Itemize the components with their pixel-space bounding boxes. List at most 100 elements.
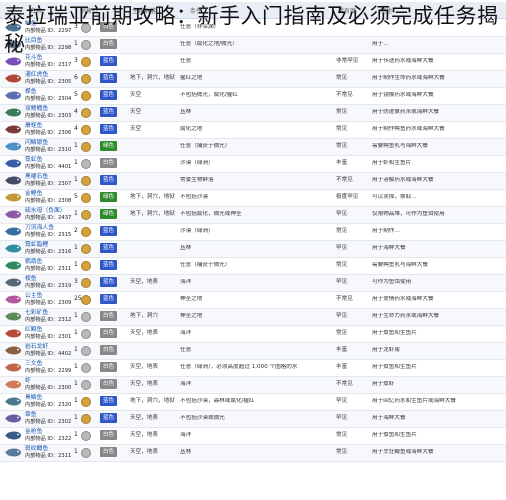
coin-icon	[81, 210, 91, 220]
coin-icon	[81, 142, 91, 152]
item-id: 内部物品 ID：2311	[25, 453, 72, 459]
fish-name[interactable]: 斑纹鳟鱼	[25, 446, 48, 453]
usage: 用于传送药水或海鲜大餐	[372, 58, 434, 64]
rarity: 不常见	[336, 381, 353, 387]
fish-name[interactable]: 章鱼	[25, 412, 37, 419]
fish-icon	[5, 193, 21, 202]
table-row[interactable]: 公主鱼 内部物品 ID：2309 25 蓝色 神圣之地 不常见 用于爱情药水或海鲜大餐	[0, 292, 506, 309]
table-row[interactable]: 七彩矿鱼 内部物品 ID：2312 1 白色 地下，洞穴 神圣之地 罕见 用于生命力药水或海鲜…	[0, 309, 506, 326]
fish-icon	[5, 159, 21, 168]
catch-condition: 猩红之地	[180, 75, 203, 81]
fish-name[interactable]: 双鳍鳕鱼	[25, 106, 48, 113]
catch-condition: 海洋	[180, 381, 192, 387]
item-id: 内部物品 ID：2299	[25, 368, 72, 374]
rarity: 常见	[336, 126, 348, 132]
fish-name[interactable]: 蝶鱼	[25, 89, 37, 96]
table-row[interactable]: 硫水母（负面） 内部物品 ID：2437 1 绿色 地下，洞穴，地狱 不包括腐化，微光或神…	[0, 207, 506, 224]
fish-name[interactable]: 闪鳞银鱼	[25, 140, 48, 147]
catch-condition: 海洋	[180, 279, 192, 285]
rarity-tier-badge: 白色	[100, 345, 117, 355]
table-row[interactable]: 臭鳞鱼 内部物品 ID：2320 1 蓝色 地下，洞穴，地狱 不包括沙漠，森林或腐化/猩红…	[0, 394, 506, 411]
table-row[interactable]: 三文鱼 内部物品 ID：2299 1 白色 天空，地表 任意（绿洲），必须高度超过 1,0…	[0, 360, 506, 377]
fish-name[interactable]: 霓虹脂鲤	[25, 242, 48, 249]
biome: 天空，地表	[130, 415, 158, 421]
rarity-tier-badge: 绿色	[100, 192, 117, 202]
usage: 用于海鲜大餐	[372, 415, 406, 421]
coin-icon	[81, 380, 91, 390]
table-row[interactable]: 屠蛭鱼 内部物品 ID：2306 4 蓝色 天空 腐化之地 常见 用于制作鳄鱼药水或海鲜大餐	[0, 122, 506, 139]
catch-condition: 不包括沙漠或微光	[180, 415, 225, 421]
table-row[interactable]: 闪鳞银鱼 内部物品 ID：2310 1 绿色 任意（捕获于微光） 常见 需要鳄鱼乳与海鲜大餐	[0, 139, 506, 156]
usage: 用于制作生命药水或海鲜大餐	[372, 75, 445, 81]
usage: 用于烹饪鳟鱼或海鲜大餐	[372, 449, 434, 455]
table-row[interactable]: 金鲤鱼 内部物品 ID：2308 5 绿色 地下，洞穴，地狱 不包括沙漠 极度罕见 可以卖掉，…	[0, 190, 506, 207]
sell-value: 1	[74, 448, 78, 455]
rarity: 常见	[336, 143, 348, 149]
table-row[interactable]: 斑纹鳟鱼 内部物品 ID：2311 1 白色 天空，地表 丛林 常见 用于烹饪鳟鱼或海鲜大餐	[0, 445, 506, 462]
table-row[interactable]: 霓虹脂鲤 内部物品 ID：2316 1 蓝色 丛林 罕见 用于海鲜大餐	[0, 241, 506, 258]
table-row[interactable]: 蝶鱼 内部物品 ID：2304 5 蓝色 天空 不包括微光，腐化/猩红 不常见 用于镜像药水或…	[0, 88, 506, 105]
sell-value: 1	[74, 431, 78, 438]
rarity-tier-badge: 蓝色	[100, 175, 117, 185]
rarity: 罕见	[336, 245, 348, 251]
usage: 用于虾和生鱼片	[372, 160, 412, 166]
sell-value: 4	[74, 125, 78, 132]
fish-name[interactable]: 屠蛭鱼	[25, 123, 42, 130]
fish-icon	[5, 261, 21, 270]
biome: 天空，地表	[130, 449, 158, 455]
biome: 天空，地表	[130, 432, 158, 438]
table-row[interactable]: 岩石龙虾 内部物品 ID：4402 1 白色 任意 丰富 用于龙虾尾	[0, 343, 506, 360]
sell-value: 3	[74, 57, 78, 64]
fish-name[interactable]: 灌红虎鱼	[25, 72, 48, 79]
fish-name[interactable]: 岩石龙虾	[25, 344, 48, 351]
fish-name[interactable]: 三文鱼	[25, 361, 42, 368]
rarity-tier-badge: 蓝色	[100, 124, 117, 134]
coin-icon	[81, 193, 91, 203]
fish-name[interactable]: 金枪鱼	[25, 429, 42, 436]
item-id: 内部物品 ID：2308	[25, 198, 72, 204]
rarity: 丰富	[336, 347, 348, 353]
table-row[interactable]: 章鱼 内部物品 ID：2302 1 蓝色 天空，地表 不包括沙漠或微光 罕见 用于海鲜大餐	[0, 411, 506, 428]
fish-name[interactable]: 硫水母（负面）	[25, 208, 66, 215]
rarity-tier-badge: 绿色	[100, 141, 117, 151]
fish-name[interactable]: 刀流海人鱼	[25, 225, 54, 232]
fish-name[interactable]: 七彩矿鱼	[25, 310, 48, 317]
fish-icon	[5, 363, 21, 372]
table-row[interactable]: 霓虹鱼 内部物品 ID：4401 1 白色 沙漠（绿洲） 丰富 用于虾和生鱼片	[0, 156, 506, 173]
table-row[interactable]: 刀流海人鱼 内部物品 ID：2315 2 蓝色 沙漠（绿洲） 常见 用于制作…	[0, 224, 506, 241]
fish-name[interactable]: 棱鱼	[25, 276, 37, 283]
table-row[interactable]: 鹦鹉鱼 内部物品 ID：2311 1 蓝色 任意（捕获于微光） 常见 需要鳄鱼乳与海鲜大餐	[0, 258, 506, 275]
usage: 用于制作…	[372, 228, 400, 234]
table-row[interactable]: 棱鱼 内部物品 ID：2319 3 蓝色 天空，地表 海洋 罕见 可作为鱼饵使用	[0, 275, 506, 292]
coin-icon	[81, 74, 91, 84]
coin-icon	[81, 329, 91, 339]
catch-condition: 丛林	[180, 109, 192, 115]
table-row[interactable]: 灌红虎鱼 内部物品 ID：2305 6 蓝色 地下，洞穴，地狱 猩红之地 常见 用于制作生命药…	[0, 71, 506, 88]
table-row[interactable]: 虾内部物品 ID：2300 1 白色 天空，地表 海洋 不常见 用于煮虾	[0, 377, 506, 394]
biome: 天空，地表	[130, 330, 158, 336]
rarity: 罕见	[336, 211, 348, 217]
sell-value: 1	[74, 380, 78, 387]
usage: 用于煮鱼和生鱼片	[372, 364, 417, 370]
table-row[interactable]: 红鲷鱼 内部物品 ID：2301 1 白色 天空，地表 海洋 常见 用于煮鱼和生鱼片	[0, 326, 506, 343]
rarity: 罕见	[336, 279, 348, 285]
fish-name[interactable]: 臭鳞鱼	[25, 395, 42, 402]
catch-condition: 海洋	[180, 330, 192, 336]
fish-icon	[5, 142, 21, 151]
fish-name[interactable]: 霓虹鱼	[25, 157, 42, 164]
fish-icon	[5, 295, 21, 304]
table-row[interactable]: 双鳍鳕鱼 内部物品 ID：2303 4 蓝色 天空 丛林 常见 用于防迹象药水或海鲜大餐	[0, 105, 506, 122]
fish-name[interactable]: 公主鱼	[25, 293, 42, 300]
rarity-tier-badge: 白色	[100, 311, 117, 321]
table-row[interactable]: 金枪鱼 内部物品 ID：2322 1 白色 天空，地表 海洋 常见 用于煮鱼和生鱼片	[0, 428, 506, 445]
item-id: 内部物品 ID：2310	[25, 147, 72, 153]
table-row[interactable]: 黑曜石鱼 内部物品 ID：2307 1 蓝色 常景生物群落 不常见 用于溶解药水或海鲜大餐	[0, 173, 506, 190]
fish-name[interactable]: 虾	[25, 378, 31, 385]
fish-name[interactable]: 红鲷鱼	[25, 327, 42, 334]
rarity: 罕见	[336, 415, 348, 421]
rarity-tier-badge: 白色	[100, 379, 117, 389]
rarity: 不常见	[336, 177, 353, 183]
fish-name[interactable]: 黑曜石鱼	[25, 174, 48, 181]
fish-name[interactable]: 金鲤鱼	[25, 191, 42, 198]
fish-name[interactable]: 鹦鹉鱼	[25, 259, 42, 266]
